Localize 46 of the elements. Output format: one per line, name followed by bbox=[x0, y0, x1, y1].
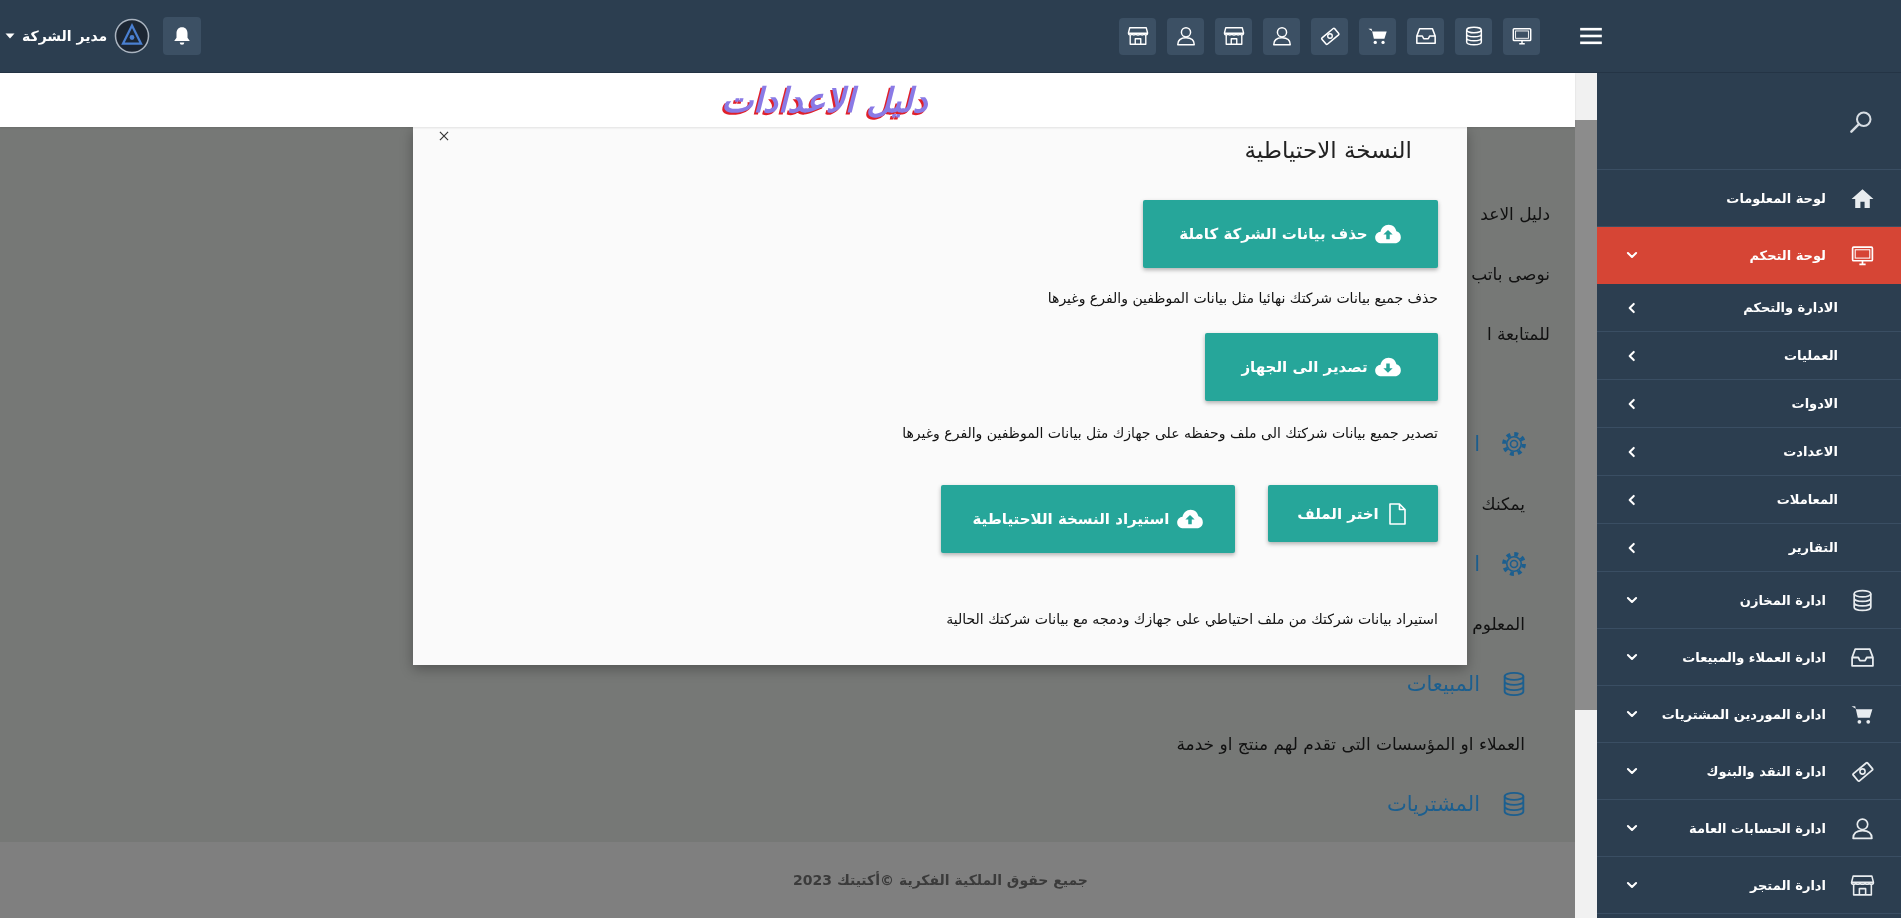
paragraph-text: للمتابعة ا bbox=[1486, 324, 1550, 344]
paragraph-text: نوصى باتب bbox=[1471, 264, 1550, 284]
sidebar-item[interactable]: لوحة التحكم bbox=[1597, 227, 1901, 284]
toolbar-button[interactable] bbox=[1455, 17, 1492, 55]
toolbar-button[interactable] bbox=[1503, 17, 1540, 55]
gear-icon bbox=[1500, 550, 1528, 578]
description-text: تصدير جميع بيانات شركتك الى ملف وحفظه على جهازك مثل بيانات الموظفين والفرع وغيرها bbox=[901, 424, 1438, 444]
toolbar-button[interactable] bbox=[1215, 17, 1252, 55]
scrollbar[interactable] bbox=[1575, 73, 1597, 918]
paragraph-text: العملاء او المؤسسات التى تقدم لهم منتج او خدمة bbox=[1176, 734, 1525, 754]
toolbar-button[interactable] bbox=[1359, 17, 1396, 55]
user-menu[interactable]: مدير الشركة bbox=[4, 28, 108, 44]
scrollbar-thumb[interactable] bbox=[1575, 120, 1597, 710]
section-heading: ا bbox=[1474, 432, 1480, 456]
toolbar-button[interactable] bbox=[1263, 17, 1300, 55]
store-icon bbox=[1850, 872, 1875, 898]
description-text: حذف جميع بيانات شركتك نهائيا مثل بيانات الموظفين والفرع وغيرها bbox=[1046, 289, 1438, 309]
section-heading: المشتريات bbox=[1386, 792, 1480, 816]
paragraph-text: المعلوم bbox=[1472, 614, 1525, 634]
dialog-title: النسخة الاحتياطية bbox=[1244, 136, 1412, 165]
paragraph-text: يمكنك bbox=[1481, 494, 1525, 514]
database-icon bbox=[1850, 587, 1875, 613]
user-icon bbox=[1270, 25, 1293, 47]
toolbar-button[interactable] bbox=[1311, 17, 1348, 55]
sidebar-item[interactable]: ادارة المتجر bbox=[1597, 857, 1901, 914]
gear-icon bbox=[1500, 430, 1528, 458]
store-icon bbox=[1126, 25, 1149, 47]
toolbar-button[interactable] bbox=[1407, 17, 1444, 55]
page-title: دليل الاعدادات bbox=[721, 80, 928, 120]
paragraph-text: دليل الاعد bbox=[1480, 204, 1550, 224]
logo-icon bbox=[114, 18, 151, 54]
inbox-icon bbox=[1414, 25, 1437, 47]
section-heading: المبيعات bbox=[1406, 672, 1480, 696]
user-icon bbox=[1850, 815, 1875, 841]
store-icon bbox=[1222, 25, 1245, 47]
toolbar-button[interactable] bbox=[1119, 17, 1156, 55]
sidebar-item[interactable]: ادارة المخازن bbox=[1597, 572, 1901, 629]
banknote-icon bbox=[1318, 25, 1341, 47]
user-icon bbox=[1174, 25, 1197, 47]
close-icon bbox=[437, 129, 451, 143]
description-text: استيراد بيانات شركتك من ملف احتياطي على جهازك ودمجه مع بيانات شركتك الحالية bbox=[945, 610, 1438, 630]
copyright-text: جميع حقوق الملكية الفكرية ©أكتيتك 2023 bbox=[793, 872, 1088, 888]
monitor-icon bbox=[1510, 25, 1533, 47]
notifications-button[interactable] bbox=[163, 17, 202, 55]
section-heading: ا bbox=[1474, 552, 1480, 576]
toolbar-button[interactable] bbox=[1167, 17, 1204, 55]
